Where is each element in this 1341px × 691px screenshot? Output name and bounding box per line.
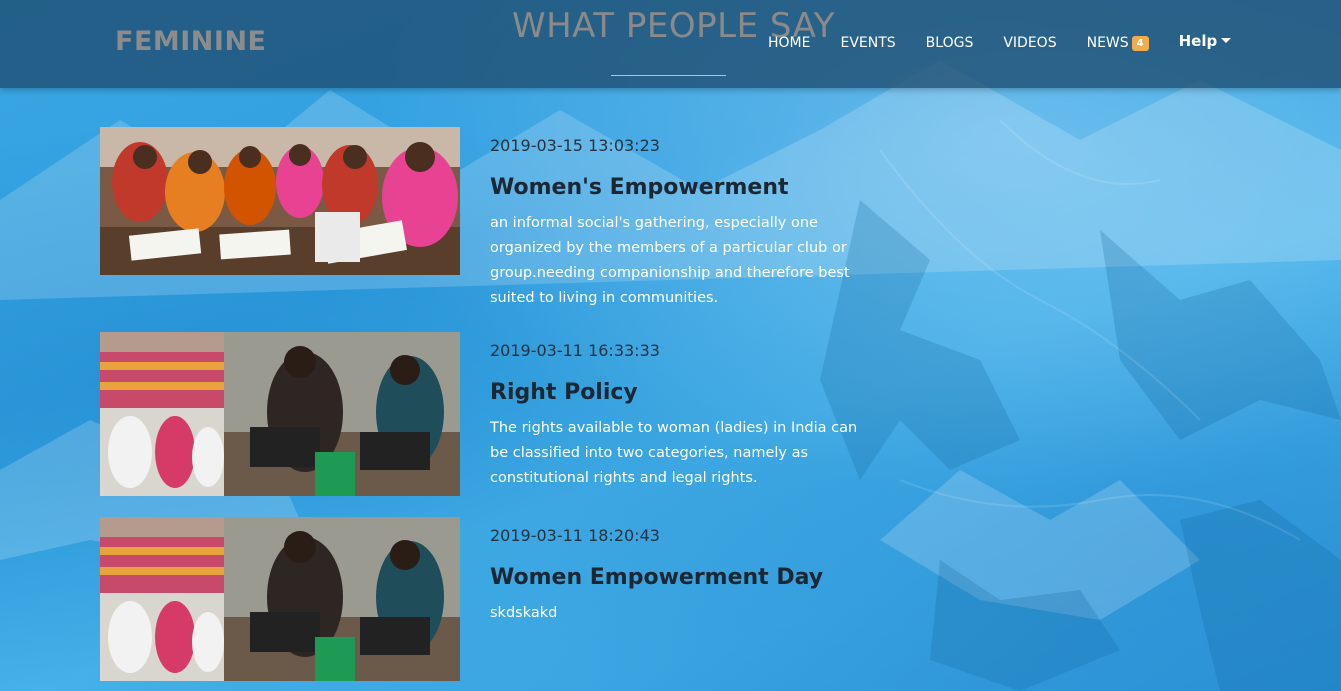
post-item: 2019-03-15 13:03:23 Women's Empowerment … <box>100 127 860 317</box>
nav-blogs-label: BLOGS <box>925 35 974 51</box>
post-title[interactable]: Women Empowerment Day <box>490 565 823 590</box>
caret-down-icon <box>1221 38 1232 43</box>
nav-home-label: HOME <box>768 35 811 51</box>
nav-blogs[interactable]: BLOGS <box>926 35 974 51</box>
title-underline-divider <box>611 75 726 76</box>
post-description: an informal social's gathering, especial… <box>490 215 850 306</box>
top-navbar: FEMININE WHAT PEOPLE SAY HOME EVENTS BLO… <box>0 0 1341 88</box>
help-dropdown-label: Help <box>1178 31 1218 50</box>
nav-events[interactable]: EVENTS <box>840 35 895 51</box>
nav-events-label: EVENTS <box>840 35 896 51</box>
nav-videos[interactable]: VIDEOS <box>1003 35 1056 51</box>
women-sewing-collage-photo <box>100 517 460 681</box>
nav-home[interactable]: HOME <box>768 35 810 51</box>
post-item: 2019-03-11 16:33:33 Right Policy The rig… <box>100 332 860 502</box>
page-root: FEMININE WHAT PEOPLE SAY HOME EVENTS BLO… <box>0 0 1341 691</box>
post-item: 2019-03-11 18:20:43 Women Empowerment Da… <box>100 517 860 681</box>
brand-logo[interactable]: FEMININE <box>115 26 267 57</box>
post-description: skdskakd <box>490 605 558 621</box>
nav-videos-label: VIDEOS <box>1003 35 1057 51</box>
post-image[interactable] <box>100 127 460 275</box>
women-classroom-photo <box>100 127 460 275</box>
help-dropdown[interactable]: Help <box>1179 32 1232 50</box>
post-date: 2019-03-11 18:20:43 <box>490 526 660 545</box>
post-date: 2019-03-15 13:03:23 <box>490 136 660 155</box>
post-description: The rights available to woman (ladies) i… <box>490 420 858 486</box>
nav-news[interactable]: NEWS 4 <box>1087 35 1149 51</box>
post-title[interactable]: Women's Empowerment <box>490 175 789 200</box>
post-image[interactable] <box>100 332 460 496</box>
news-count-badge: 4 <box>1131 35 1149 51</box>
post-image[interactable] <box>100 517 460 681</box>
main-nav: HOME EVENTS BLOGS VIDEOS NEWS 4 Help <box>768 32 1232 51</box>
post-title[interactable]: Right Policy <box>490 380 638 405</box>
nav-news-label: NEWS <box>1086 35 1129 51</box>
post-date: 2019-03-11 16:33:33 <box>490 341 660 360</box>
women-sewing-collage-photo <box>100 332 460 496</box>
